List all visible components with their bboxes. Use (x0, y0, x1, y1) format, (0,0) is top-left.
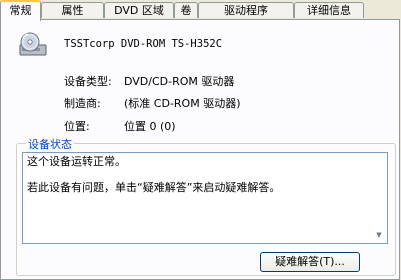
tab-label: 卷 (180, 4, 192, 17)
tab-volumes[interactable]: 卷 (174, 2, 198, 18)
status-line-help: 若此设备有问题，单击“疑难解答”来启动疑难解答。 (27, 181, 281, 194)
tab-driver[interactable]: 驱动程序 (198, 2, 294, 18)
tab-details[interactable]: 详细信息 (294, 2, 364, 18)
location-label: 位置: (64, 120, 90, 133)
tab-properties[interactable]: 属性 (41, 2, 104, 18)
tab-dvd-region[interactable]: DVD 区域 (104, 2, 174, 18)
tab-label: 常规 (9, 4, 32, 17)
tab-label: 详细信息 (307, 4, 351, 17)
troubleshoot-button[interactable]: 疑难解答(T)... (260, 252, 360, 272)
device-status-textbox[interactable]: 这个设备运转正常。 若此设备有问题，单击“疑难解答”来启动疑难解答。 ▼ (22, 152, 388, 244)
scroll-down-arrow-icon[interactable]: ▼ (372, 228, 386, 242)
manufacturer-value: (标准 CD-ROM 驱动器) (124, 97, 241, 110)
manufacturer-label: 制造商: (64, 97, 101, 110)
tab-label: 属性 (61, 4, 84, 17)
tab-label: DVD 区域 (114, 4, 164, 17)
tab-strip: 常规 属性 DVD 区域 卷 驱动程序 详细信息 (0, 0, 401, 21)
location-value: 位置 0 (0) (124, 120, 176, 133)
tab-general[interactable]: 常规 (0, 0, 41, 21)
device-type-label: 设备类型: (64, 75, 112, 88)
device-name: TSSTcorp DVD-ROM TS-H352C (64, 38, 223, 50)
status-line-ok: 这个设备运转正常。 (27, 155, 126, 168)
device-status-title: 设备状态 (26, 136, 74, 152)
tab-label: 驱动程序 (224, 4, 268, 17)
device-type-value: DVD/CD-ROM 驱动器 (124, 75, 235, 88)
cd-drive-icon (19, 32, 47, 56)
